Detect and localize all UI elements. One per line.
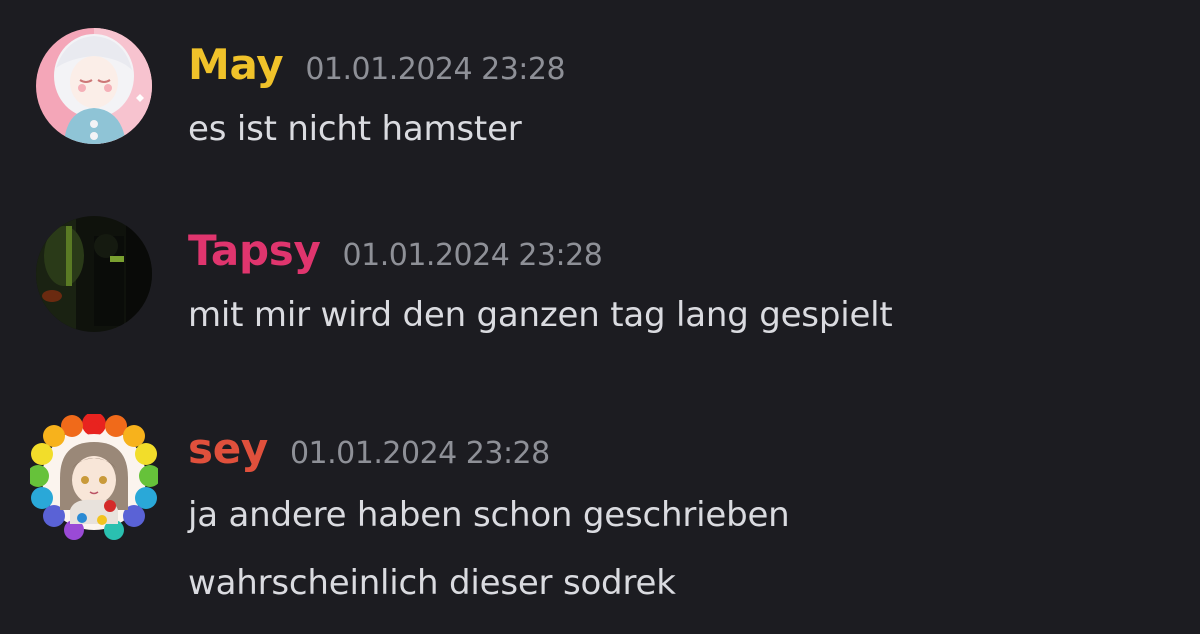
timestamp: 01.01.2024 23:28 bbox=[342, 238, 603, 273]
username[interactable]: sey bbox=[188, 424, 268, 473]
dark-photo-avatar-icon[interactable] bbox=[36, 216, 152, 332]
username[interactable]: May bbox=[188, 40, 284, 89]
rainbow-frame-avatar-icon[interactable] bbox=[30, 414, 158, 542]
message-text: mit mir wird den ganzen tag lang gespiel… bbox=[188, 295, 893, 335]
anime-girl-avatar-icon[interactable] bbox=[36, 28, 152, 144]
chat-message-list: May 01.01.2024 23:28 es ist nicht hamster… bbox=[0, 0, 1200, 634]
timestamp: 01.01.2024 23:28 bbox=[289, 436, 550, 471]
message-header: May 01.01.2024 23:28 bbox=[188, 44, 566, 87]
message-text: ja andere haben schon geschrieben bbox=[188, 495, 790, 535]
message-header: Tapsy 01.01.2024 23:28 bbox=[188, 230, 603, 273]
message-header: sey 01.01.2024 23:28 bbox=[188, 428, 550, 470]
username[interactable]: Tapsy bbox=[188, 226, 321, 275]
timestamp: 01.01.2024 23:28 bbox=[305, 52, 566, 87]
message-text: wahrscheinlich dieser sodrek bbox=[188, 563, 676, 603]
message-text: es ist nicht hamster bbox=[188, 109, 522, 149]
